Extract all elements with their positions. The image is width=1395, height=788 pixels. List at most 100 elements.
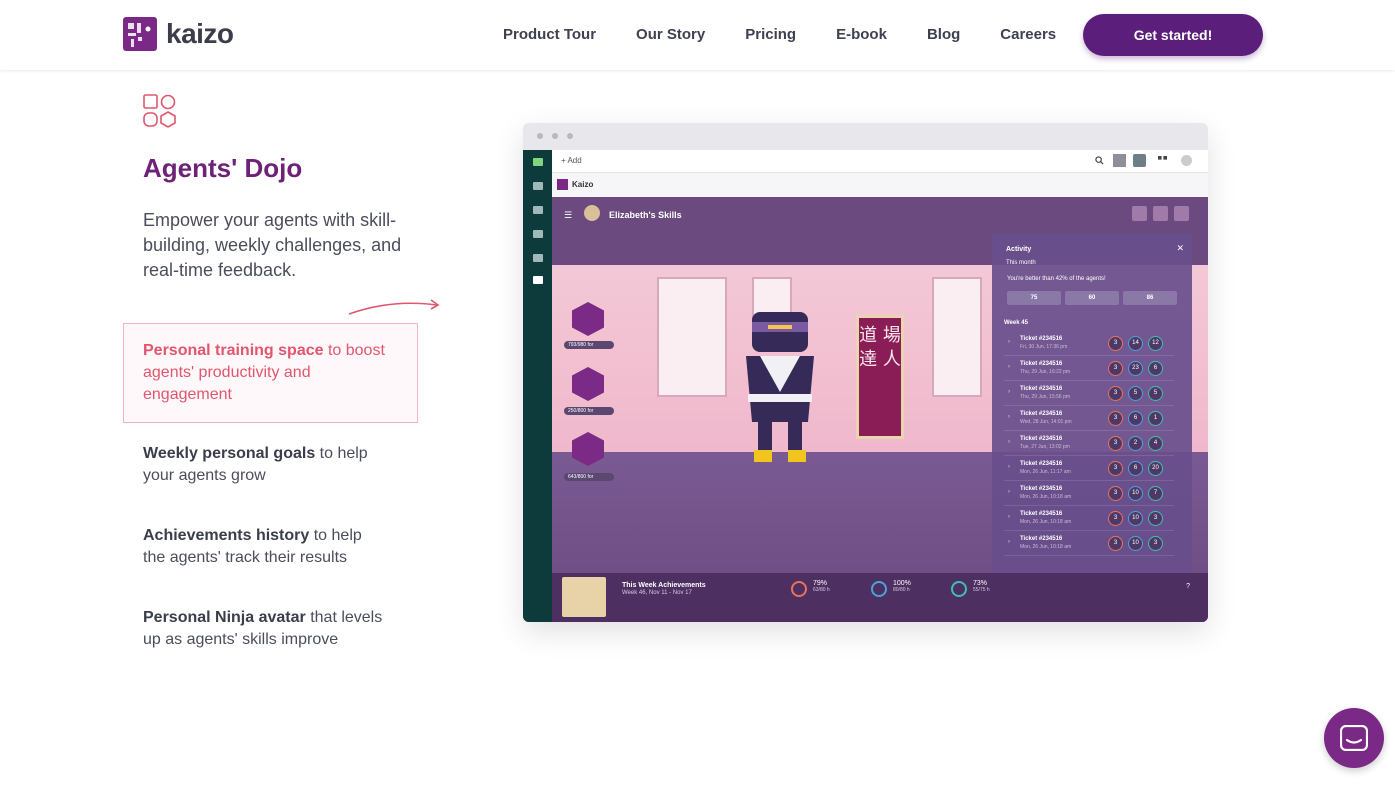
achievement-detail: 63/80 h [813,587,830,593]
chevron-right-icon[interactable]: › [1008,364,1010,370]
ticket-score: 3 [1108,486,1123,501]
progress-ring-icon [871,581,887,597]
ticket-score: 3 [1108,361,1123,376]
workspace-icon [557,179,568,190]
nav-link-careers[interactable]: Careers [1000,26,1056,43]
ticket-score: 3 [1108,336,1123,351]
grid-icon[interactable] [1158,156,1167,160]
achievements-bar: This Week Achievements Week 46, Nov 11 -… [552,573,1208,622]
feature-item-weekly-goals[interactable]: Weekly personal goals to help your agent… [143,443,388,487]
workspace-name: Kaizo [572,180,594,189]
apps-icon[interactable] [1113,154,1126,167]
ticket-score: 23 [1128,361,1143,376]
ticket-row[interactable]: › Ticket #234516 Tue, 27 Jun, 13:02 pm 3 2 4 [1004,432,1174,456]
ticket-row[interactable]: › Ticket #234516 Mon, 26 Jun, 10:18 am 3 10 3 [1004,507,1174,531]
trophy-icon[interactable] [1153,206,1168,221]
ticket-score: 3 [1108,386,1123,401]
help-icon[interactable]: ? [1186,583,1190,590]
app-topbar: + Add [552,150,1208,173]
ticket-date: Mon, 26 Jun, 10:18 am [1020,494,1072,500]
ticket-name: Ticket #234516 [1020,336,1063,342]
achievement-value: 79% [813,580,828,587]
phone-icon[interactable] [1133,154,1146,167]
add-button[interactable]: + Add [561,156,582,165]
dojo-window [932,277,982,397]
chevron-right-icon[interactable]: › [1008,389,1010,395]
ticket-name: Ticket #234516 [1020,411,1063,417]
nav-link-our-story[interactable]: Our Story [636,26,705,43]
dojo-icon[interactable] [533,276,543,284]
feature-item-bold: Personal Ninja avatar [143,609,306,626]
skill-badge[interactable] [572,367,604,401]
workspace-bar: Kaizo [552,173,1208,197]
achievement-stat: 73% 55/75 h [973,580,990,593]
ticket-score: 5 [1128,386,1143,401]
ticket-date: Tue, 27 Jun, 13:02 pm [1020,444,1070,450]
chevron-right-icon[interactable]: › [1008,339,1010,345]
ticket-row[interactable]: › Ticket #234516 Mon, 26 Jun, 10:18 am 3 10 3 [1004,532,1174,556]
chevron-right-icon[interactable]: › [1008,439,1010,445]
list-icon[interactable] [533,206,543,214]
chevron-right-icon[interactable]: › [1008,489,1010,495]
close-icon[interactable]: ✕ [1176,243,1184,254]
ticket-date: Thu, 29 Jun, 15:56 pm [1020,394,1071,400]
nav-link-product-tour[interactable]: Product Tour [503,26,596,43]
arrow-icon [347,297,443,322]
feature-item-ninja-avatar[interactable]: Personal Ninja avatar that levels up as … [143,607,398,651]
scroll-icon[interactable] [1132,206,1147,221]
achievement-icon[interactable] [1174,206,1189,221]
ticket-date: Mon, 26 Jun, 11:17 am [1020,469,1071,475]
chart-icon[interactable] [533,230,543,238]
ticket-score: 12 [1148,336,1163,351]
ticket-row[interactable]: › Ticket #234516 Mon, 26 Jun, 11:17 am 3 6 20 [1004,457,1174,481]
nav-link-pricing[interactable]: Pricing [745,26,796,43]
ticket-score: 4 [1148,436,1163,451]
ticket-score: 6 [1148,361,1163,376]
dojo-window [657,277,727,397]
ninja-avatar [740,312,820,462]
ticket-row[interactable]: › Ticket #234516 Thu, 29 Jun, 16:22 pm 3 23 6 [1004,357,1174,381]
logo[interactable]: kaizo [123,17,234,51]
home-icon[interactable] [533,182,543,190]
skill-badge[interactable] [572,432,604,466]
app-logo-icon [533,158,543,166]
ticket-name: Ticket #234516 [1020,386,1063,392]
user-avatar-icon[interactable] [1181,155,1192,166]
skill-badge[interactable] [572,302,604,336]
chat-launcher-button[interactable] [1324,708,1384,768]
kaizo-logo-icon [123,17,157,51]
ticket-row[interactable]: › Ticket #234516 Fri, 30 Jun, 17:36 pm 3 14 1… [1004,332,1174,356]
ticket-score: 3 [1108,436,1123,451]
ticket-row[interactable]: › Ticket #234516 Thu, 29 Jun, 15:56 pm 3 5 5 [1004,382,1174,406]
feature-item-achievements[interactable]: Achievements history to help the agents'… [143,525,388,569]
activity-stat: 86 [1123,291,1177,305]
chat-icon [1340,725,1368,751]
activity-stat: 75 [1007,291,1061,305]
menu-icon[interactable]: ☰ [564,210,572,221]
chevron-right-icon[interactable]: › [1008,539,1010,545]
app-sidebar [523,150,552,622]
chevron-right-icon[interactable]: › [1008,514,1010,520]
achievements-title: This Week Achievements [622,582,706,589]
ticket-row[interactable]: › Ticket #234516 Wed, 28 Jun, 14:01 pm 3 6 1 [1004,407,1174,431]
get-started-button[interactable]: Get started! [1083,14,1263,56]
ticket-score: 2 [1128,436,1143,451]
search-icon[interactable] [1095,156,1104,165]
achievement-value: 100% [893,580,911,587]
dojo-scene: ☰ Elizabeth's Skills 道 場 達 人 793/980 for… [552,197,1208,622]
feature-item-bold: Personal training space [143,342,324,359]
nav-link-ebook[interactable]: E-book [836,26,887,43]
settings-icon[interactable] [533,254,543,262]
map-icon [562,577,606,617]
achievement-detail: 55/75 h [973,587,990,593]
ticket-score: 10 [1128,511,1143,526]
ticket-score: 10 [1128,536,1143,551]
ticket-row[interactable]: › Ticket #234516 Mon, 26 Jun, 10:18 am 3 10 7 [1004,482,1174,506]
period-select[interactable]: This month [1006,260,1036,266]
feature-item-training-space[interactable]: Personal training space to boost agents'… [143,340,388,406]
nav-link-blog[interactable]: Blog [927,26,960,43]
chevron-right-icon[interactable]: › [1008,414,1010,420]
chevron-right-icon[interactable]: › [1008,464,1010,470]
ticket-name: Ticket #234516 [1020,486,1063,492]
nav-links: Product Tour Our Story Pricing E-book Bl… [503,26,1096,43]
